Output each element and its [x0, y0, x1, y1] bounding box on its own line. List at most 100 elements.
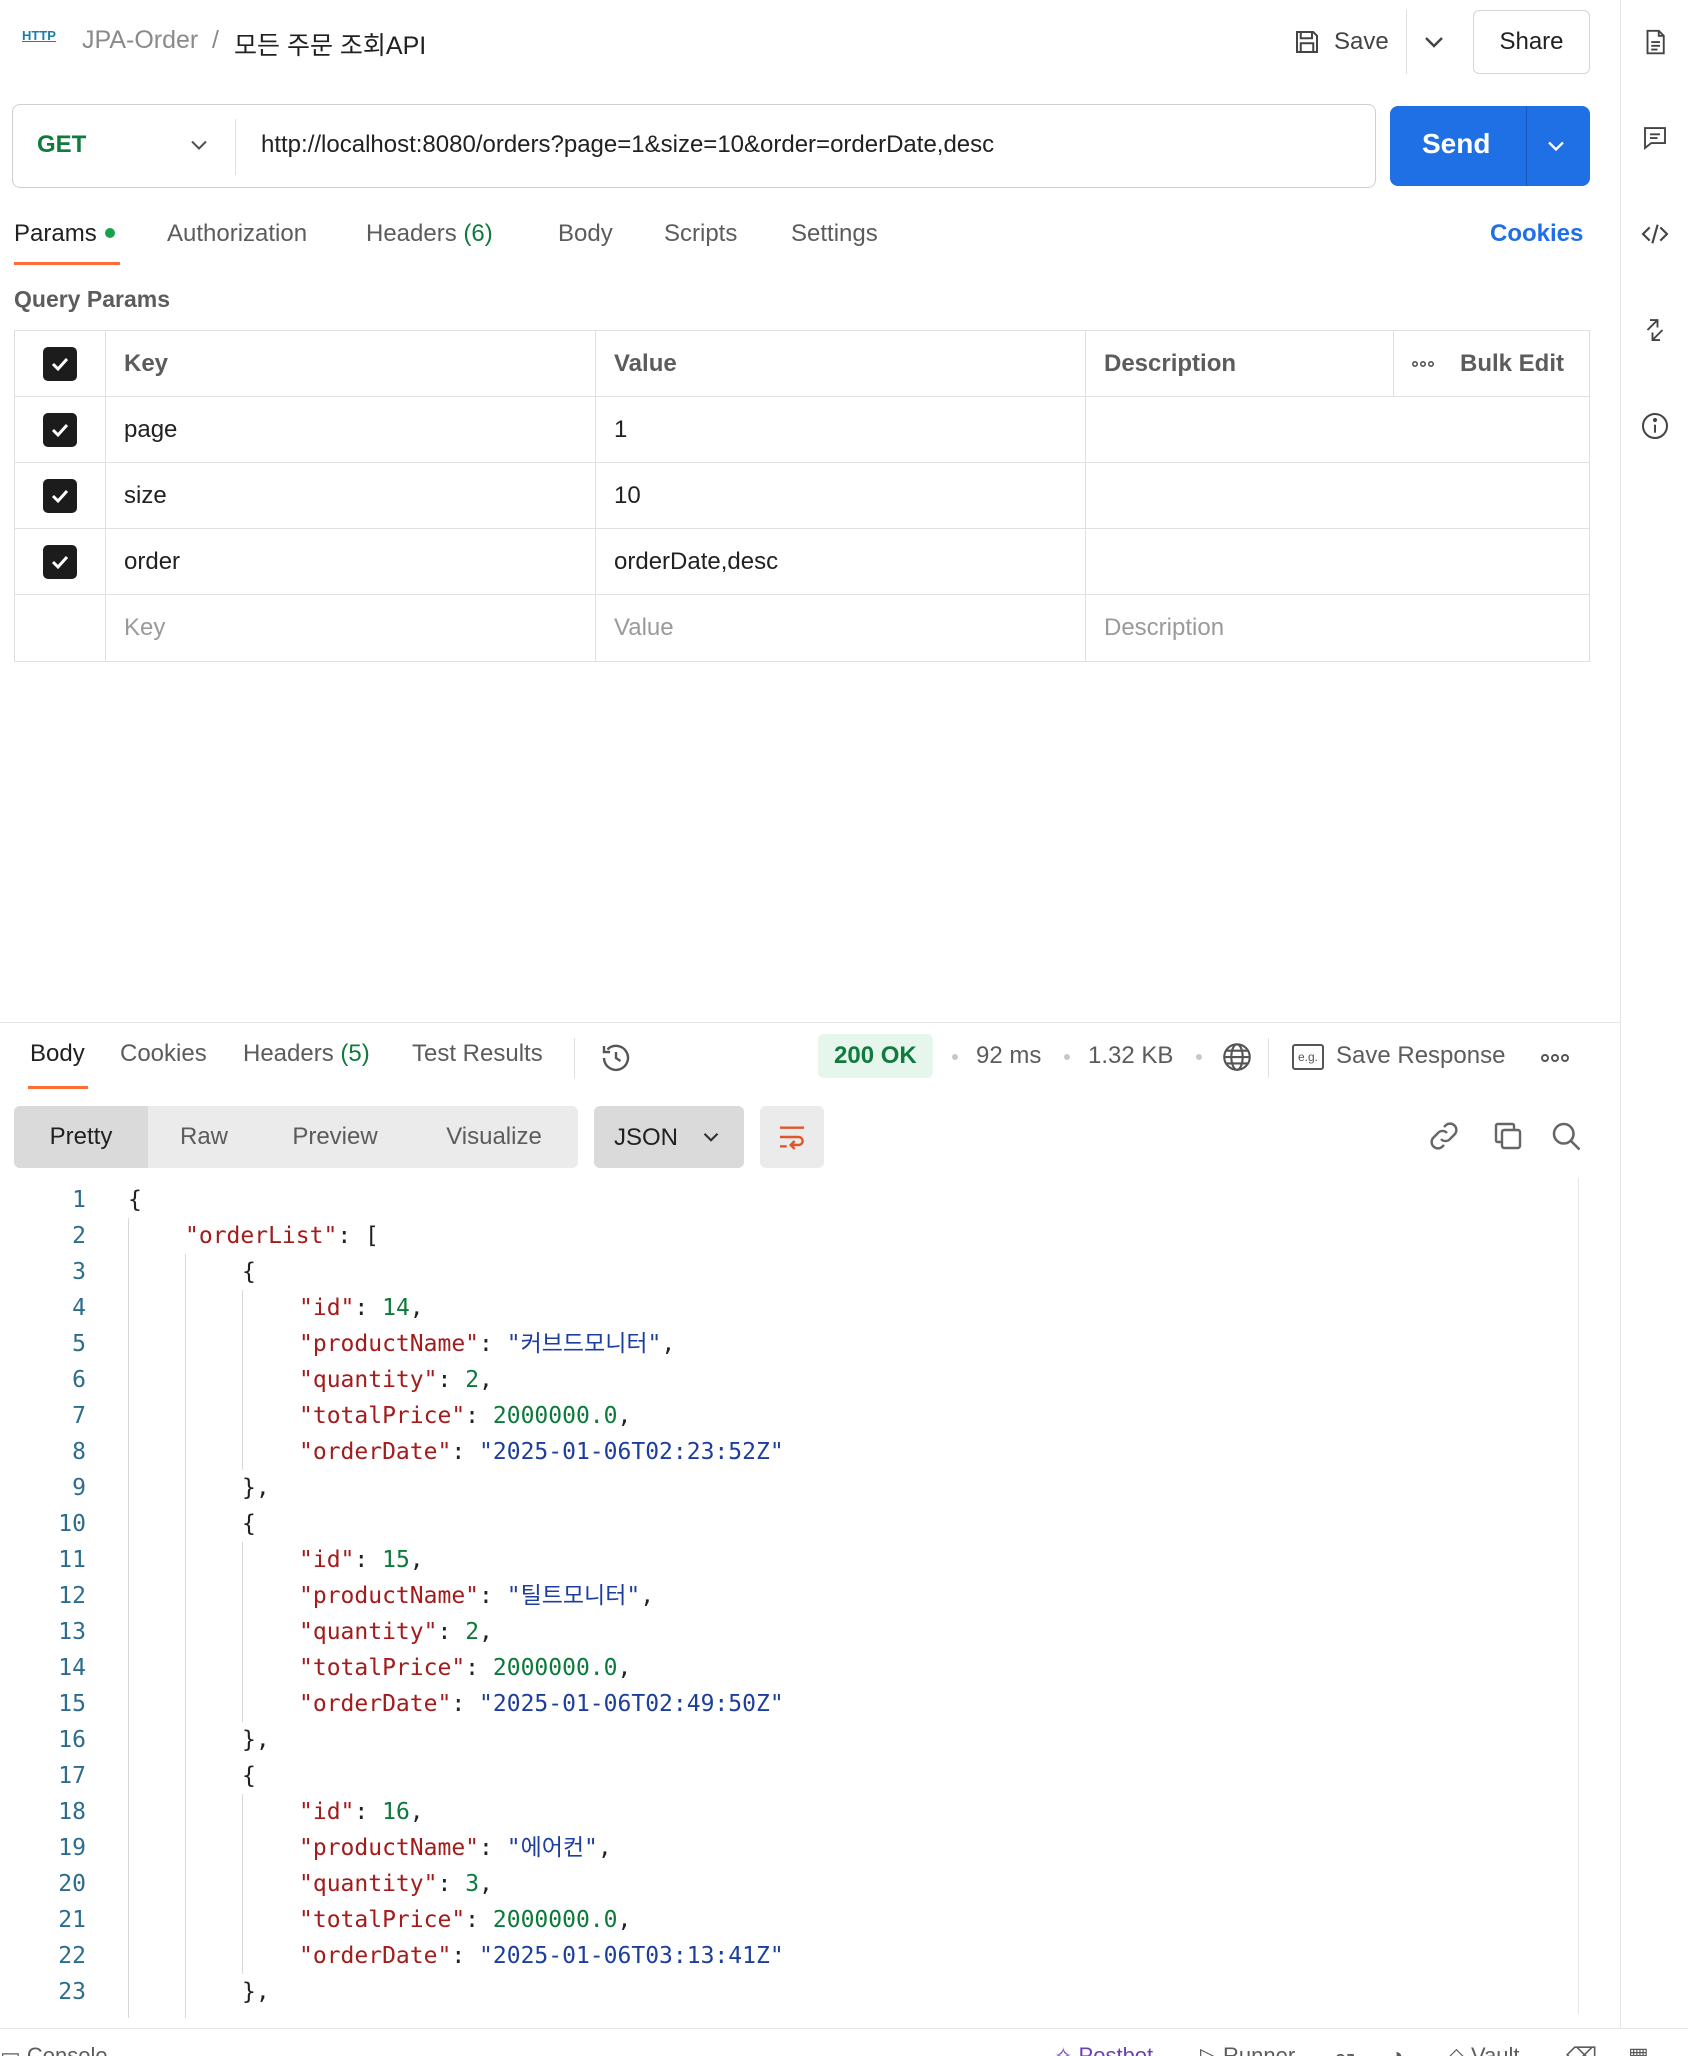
- response-tabs-divider: [574, 1038, 575, 1078]
- row-checkbox-cell: [15, 463, 105, 529]
- send-button[interactable]: Send: [1390, 106, 1590, 186]
- code-text: "id": 14,: [299, 1295, 424, 1321]
- request-title[interactable]: 모든 주문 조회API: [234, 26, 426, 62]
- trash-icon[interactable]: ⌫: [1566, 2043, 1597, 2056]
- code-line: 12 "productName": "틸트모니터",: [0, 1578, 1580, 1614]
- layout-icon[interactable]: ▦: [1628, 2043, 1649, 2056]
- status-bar: ▭ Console ✧ Postbot ▷ Runner ↝ ◔ ◇ Vault…: [0, 2028, 1688, 2056]
- code-text: "orderDate": "2025-01-06T02:49:50Z": [299, 1691, 784, 1717]
- response-tab-test-results[interactable]: Test Results: [412, 1040, 543, 1068]
- bulk-edit-label: Bulk Edit: [1460, 350, 1565, 377]
- code-line: 15 "orderDate": "2025-01-06T02:49:50Z": [0, 1686, 1580, 1722]
- code-text: "id": 15,: [299, 1547, 424, 1573]
- console-button[interactable]: ▭ Console: [0, 2043, 108, 2056]
- code-text: "productName": "커브드모니터",: [299, 1331, 676, 1357]
- row-checkbox[interactable]: [43, 545, 77, 579]
- view-pretty[interactable]: Pretty: [14, 1106, 148, 1168]
- new-key-input[interactable]: Key: [105, 595, 595, 661]
- code-line: 10 {: [0, 1506, 1580, 1542]
- view-preview[interactable]: Preview: [260, 1106, 410, 1168]
- send-options-chevron-icon[interactable]: [1542, 132, 1570, 160]
- check-icon: [51, 423, 69, 438]
- response-tab-headers[interactable]: Headers (5): [243, 1040, 370, 1068]
- vault-button[interactable]: ◇ Vault: [1448, 2043, 1520, 2056]
- postbot-button[interactable]: ✧ Postbot: [1054, 2043, 1153, 2056]
- tab-authorization[interactable]: Authorization: [167, 220, 307, 248]
- row-checkbox[interactable]: [43, 479, 77, 513]
- link-icon[interactable]: [1426, 1118, 1462, 1154]
- param-value-cell[interactable]: 1: [595, 397, 1085, 463]
- copy-icon[interactable]: [1490, 1118, 1526, 1154]
- response-size[interactable]: 1.32 KB: [1088, 1042, 1173, 1070]
- breadcrumb-collection[interactable]: JPA-Order: [82, 26, 198, 55]
- select-all-checkbox[interactable]: [43, 347, 77, 381]
- more-options-icon[interactable]: [1412, 359, 1434, 369]
- response-divider[interactable]: [0, 1022, 1620, 1023]
- view-raw[interactable]: Raw: [148, 1106, 260, 1168]
- line-number: 18: [58, 1799, 86, 1825]
- param-description-cell[interactable]: [1085, 463, 1591, 529]
- params-active-dot: [104, 227, 115, 238]
- status-badge[interactable]: 200 OK: [818, 1034, 933, 1078]
- more-options-icon[interactable]: [1540, 1046, 1570, 1070]
- code-text: "quantity": 3,: [299, 1871, 493, 1897]
- line-number: 14: [58, 1655, 86, 1681]
- bulk-edit-button[interactable]: Bulk Edit: [1393, 331, 1591, 397]
- response-tab-cookies[interactable]: Cookies: [120, 1040, 207, 1068]
- table-row: size 10: [15, 463, 1589, 529]
- row-checkbox[interactable]: [43, 413, 77, 447]
- param-value-cell[interactable]: orderDate,desc: [595, 529, 1085, 595]
- globe-icon[interactable]: [1220, 1040, 1254, 1074]
- save-options-chevron-icon[interactable]: [1418, 26, 1450, 58]
- tab-headers[interactable]: Headers (6): [366, 220, 493, 248]
- method-chevron-icon[interactable]: [185, 131, 213, 159]
- response-time[interactable]: 92 ms: [976, 1042, 1041, 1070]
- code-icon[interactable]: [1639, 218, 1671, 250]
- runner-button[interactable]: ▷ Runner: [1200, 2043, 1295, 2056]
- param-key-cell[interactable]: page: [105, 397, 595, 463]
- method-select[interactable]: GET: [37, 131, 86, 159]
- code-text: "totalPrice": 2000000.0,: [299, 1655, 632, 1681]
- tab-params[interactable]: Params: [14, 220, 115, 248]
- share-button[interactable]: Share: [1473, 10, 1590, 74]
- save-label: Save: [1334, 28, 1389, 55]
- comments-icon[interactable]: [1639, 122, 1671, 154]
- code-text: "totalPrice": 2000000.0,: [299, 1403, 632, 1429]
- param-description-cell[interactable]: [1085, 529, 1591, 595]
- new-description-input[interactable]: Description: [1085, 595, 1591, 661]
- cookies-icon[interactable]: ◔: [1390, 2043, 1403, 2056]
- param-key-cell[interactable]: order: [105, 529, 595, 595]
- tab-body[interactable]: Body: [558, 220, 613, 248]
- url-bar: GET http://localhost:8080/orders?page=1&…: [12, 104, 1376, 188]
- code-text: "productName": "에어컨",: [299, 1835, 612, 1861]
- related-collections-icon[interactable]: [1639, 314, 1671, 346]
- param-description-cell[interactable]: [1085, 397, 1591, 463]
- param-key-cell[interactable]: size: [105, 463, 595, 529]
- capture-icon[interactable]: ↝: [1336, 2043, 1354, 2056]
- response-tab-body[interactable]: Body: [30, 1040, 85, 1068]
- param-value-cell[interactable]: 10: [595, 463, 1085, 529]
- documentation-icon[interactable]: [1639, 26, 1671, 58]
- save-response-button[interactable]: Save Response: [1336, 1042, 1505, 1070]
- history-icon[interactable]: [598, 1040, 634, 1076]
- code-scrollbar[interactable]: [1578, 1178, 1579, 2014]
- save-button[interactable]: Save: [1292, 22, 1389, 62]
- code-line: 20 "quantity": 3,: [0, 1866, 1580, 1902]
- url-input[interactable]: http://localhost:8080/orders?page=1&size…: [261, 131, 994, 159]
- info-icon[interactable]: [1639, 410, 1671, 442]
- line-number: 23: [58, 1979, 86, 2005]
- line-number: 11: [58, 1547, 86, 1573]
- format-select[interactable]: JSON: [594, 1106, 744, 1168]
- response-body-code[interactable]: 1{2 "orderList": [3{4 "id": 14, 5 "productNa…: [0, 1182, 1580, 2018]
- view-visualize[interactable]: Visualize: [410, 1106, 578, 1168]
- code-line: 4 "id": 14,: [0, 1290, 1580, 1326]
- line-number: 9: [72, 1475, 86, 1501]
- wrap-lines-button[interactable]: [760, 1106, 824, 1168]
- wrap-lines-icon: [780, 1126, 804, 1150]
- tab-settings[interactable]: Settings: [791, 220, 878, 248]
- tab-scripts[interactable]: Scripts: [664, 220, 737, 248]
- new-value-input[interactable]: Value: [595, 595, 1085, 661]
- meta-separator: [1064, 1054, 1070, 1060]
- cookies-link[interactable]: Cookies: [1490, 220, 1583, 248]
- search-icon[interactable]: [1548, 1118, 1584, 1154]
